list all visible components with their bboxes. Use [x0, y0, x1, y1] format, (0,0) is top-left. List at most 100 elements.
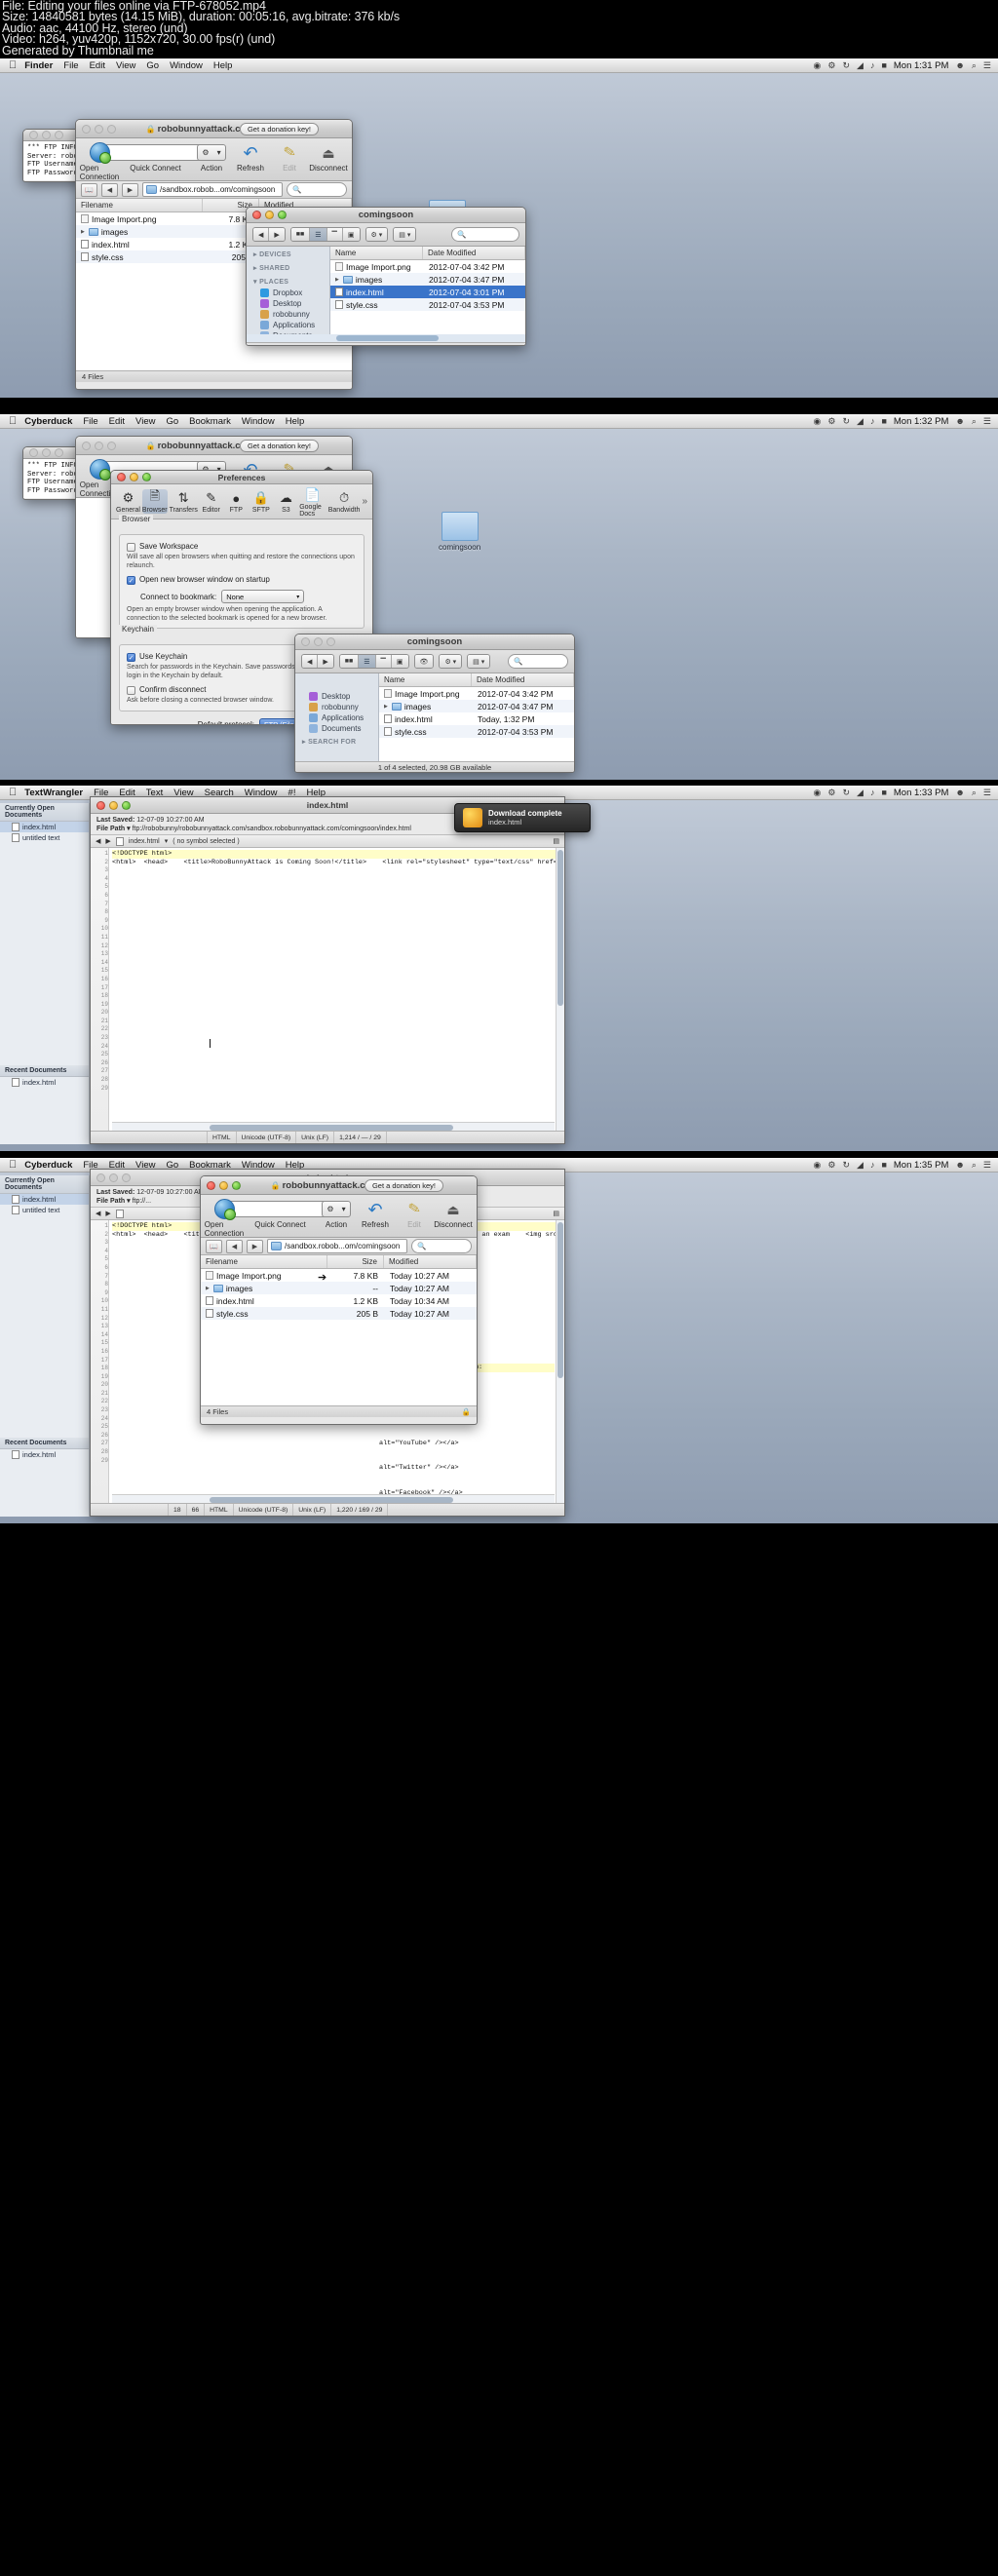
menubar-clock-2[interactable]: Mon 1:32 PM [894, 416, 949, 427]
refresh-button-4[interactable]: ↶ Refresh [356, 1198, 395, 1230]
menu-item-help-2[interactable]: Help [286, 416, 305, 427]
column-filename-4[interactable]: Filename [201, 1255, 327, 1268]
pref-tab-ftp[interactable]: ● FTP [224, 489, 248, 515]
table-row[interactable]: index.html Today, 1:32 PM [379, 712, 574, 725]
code-vscrollbar-3[interactable] [556, 848, 564, 1131]
confirm-disconnect-checkbox[interactable] [127, 686, 135, 695]
chevron-down-icon-action4[interactable]: ▾ [338, 1205, 350, 1213]
menubar-app-name-2[interactable]: Cyberduck [24, 416, 72, 427]
edit-button-1[interactable]: ✎ Edit [270, 141, 309, 173]
disclosure-triangle-icon[interactable]: ▶ [81, 229, 85, 235]
cyberduck-file-list-4[interactable]: Image Import.png 7.8 KB Today 10:27 AM ▶ im… [201, 1269, 477, 1405]
finder-view-switcher-2[interactable]: ■■ ☰ ▔ ▣ [338, 654, 409, 669]
pref-tab-bandwidth[interactable]: ⏱ Bandwidth [328, 489, 361, 514]
menubar-clock-3[interactable]: Mon 1:33 PM [894, 788, 949, 798]
bluetooth-menu-icon-4[interactable]: ⚙ [827, 1160, 835, 1171]
navbar-filename-3[interactable]: index.html [129, 838, 160, 845]
table-row[interactable]: Image Import.png 2012-07-04 3:42 PM [330, 260, 525, 273]
sidebar-item-robobunny-2[interactable]: robobunny [295, 702, 378, 712]
timemachine-menu-icon[interactable]: ↻ [842, 60, 850, 71]
sidebar-header-searchfor-2[interactable]: ▸ SEARCH FOR [295, 734, 378, 748]
pref-tab-browser[interactable]: 🗎 Browser [141, 488, 168, 514]
menu-item-view-2[interactable]: View [135, 416, 155, 427]
finder-window-2[interactable]: comingsoon ◀ ▶ ■■ ☰ ▔ ▣ 👁 ⚙ ▾ ▤ ▾ 🔍 Desktop … [294, 634, 575, 773]
bookmarks-toggle-1[interactable]: 📖 [81, 182, 97, 197]
finder-file-list-2[interactable]: Image Import.png 2012-07-04 3:42 PM ▶ imag… [379, 687, 574, 738]
desktop-icon-comingsoon-2[interactable]: comingsoon [439, 512, 480, 552]
back-button-1[interactable]: ◀ [101, 182, 118, 197]
table-row[interactable]: ▶ images -- Today 10:27 AM [201, 1282, 477, 1294]
connect-bookmark-select[interactable]: None ▾ [221, 590, 305, 603]
action-button-4[interactable]: ⚙ ▾ Action [317, 1198, 356, 1229]
nav-back-icon-4[interactable]: ◀ [96, 1210, 100, 1217]
status-language-4[interactable]: HTML [205, 1504, 234, 1516]
use-keychain-checkbox[interactable]: ✓ [127, 653, 135, 662]
table-row[interactable]: style.css 2012-07-04 3:53 PM [379, 725, 574, 738]
cyberduck-search-input-1[interactable]: 🔍 [287, 182, 347, 197]
view-cover-flow-2[interactable]: ▣ [391, 655, 408, 668]
bookmarks-toggle-4[interactable]: 📖 [206, 1239, 222, 1253]
code-hscrollbar-4[interactable] [112, 1494, 555, 1503]
sidebar-item-documents-2[interactable]: Documents [295, 723, 378, 734]
finder-action-menu-1[interactable]: ⚙ ▾ [365, 227, 389, 242]
table-row[interactable]: index.html 2012-07-04 3:01 PM [330, 286, 525, 298]
wifi-menu-icon-2[interactable]: ◢ [857, 416, 864, 427]
textwrangler-drawer-3[interactable]: Currently Open Documents index.html unti… [0, 803, 90, 1144]
status-encoding-3[interactable]: Unicode (UTF-8) [237, 1132, 297, 1143]
code-hscrollbar-thumb-4[interactable] [210, 1497, 453, 1503]
open-new-browser-row[interactable]: ✓ Open new browser window on startup [127, 575, 357, 585]
apple-logo-icon-3[interactable]:  [9, 787, 17, 798]
apple-logo-icon[interactable]:  [9, 59, 17, 71]
spotlight-icon[interactable]: ⌕ [972, 60, 977, 71]
battery-menu-icon-4[interactable]: ■ [881, 1160, 886, 1170]
finder-back-2[interactable]: ◀ [302, 655, 319, 668]
save-workspace-row[interactable]: Save Workspace [127, 542, 357, 552]
finder-column-date-1[interactable]: Date Modified [423, 247, 525, 259]
finder-forward-2[interactable]: ▶ [318, 655, 333, 668]
menubar-app-name-4[interactable]: Cyberduck [24, 1160, 72, 1171]
drawer-recent-indexhtml-3[interactable]: index.html [0, 1077, 89, 1088]
view-list-mode-2[interactable]: ☰ [359, 655, 376, 668]
battery-menu-icon-3[interactable]: ■ [881, 788, 886, 797]
code-vscrollbar-4[interactable] [556, 1220, 564, 1503]
user-menu-icon-4[interactable]: ☻ [955, 1160, 964, 1170]
lock-status-icon-4[interactable]: 🔒 [462, 1407, 471, 1416]
finder-arrange-menu-2[interactable]: ▤ ▾ [467, 654, 491, 669]
growl-notification-3[interactable]: Download complete index.html [454, 803, 591, 832]
user-menu-icon[interactable]: ☻ [955, 60, 964, 70]
sidebar-header-shared-1[interactable]: ▸ SHARED [247, 260, 329, 274]
table-row[interactable]: index.html 1.2 KB Today 10:34 AM [201, 1294, 477, 1307]
save-workspace-checkbox[interactable] [127, 543, 135, 552]
sidebar-item-applications-2[interactable]: Applications [295, 712, 378, 723]
bluetooth-menu-icon[interactable]: ⚙ [827, 60, 835, 71]
code-hscrollbar-3[interactable] [112, 1122, 555, 1131]
sidebar-item-robobunny-1[interactable]: robobunny [247, 309, 329, 320]
arrange-icon-2[interactable]: ▤ ▾ [468, 655, 490, 668]
sidebar-header-devices-1[interactable]: ▸ DEVICES [247, 247, 329, 260]
toolbar-overflow-icon[interactable]: » [362, 496, 367, 507]
finder-search-input-2[interactable]: 🔍 [508, 654, 568, 669]
donation-key-button-1[interactable]: Get a donation key! [239, 123, 319, 135]
disclosure-triangle-icon[interactable]: ▶ [384, 704, 388, 710]
menu-item-edit-2[interactable]: Edit [109, 416, 125, 427]
drawer-doc-untitled-3[interactable]: untitled text [0, 832, 89, 843]
status-lineending-3[interactable]: Unix (LF) [296, 1132, 335, 1143]
nav-back-icon-3[interactable]: ◀ [96, 837, 100, 845]
volume-menu-icon-4[interactable]: ♪ [870, 1160, 875, 1170]
code-vscrollbar-thumb-3[interactable] [557, 850, 563, 1006]
spotlight-icon-3[interactable]: ⌕ [972, 788, 977, 798]
wifi-menu-icon[interactable]: ◢ [857, 60, 864, 71]
sidebar-header-places-1[interactable]: ▾ PLACES [247, 274, 329, 288]
file-path-label-4[interactable]: File Path ▾ [96, 1198, 131, 1205]
drawer-recent-indexhtml-4[interactable]: index.html [0, 1449, 89, 1460]
finder-file-list-1[interactable]: Image Import.png 2012-07-04 3:42 PM ▶ imag… [330, 260, 525, 311]
table-row[interactable]: style.css 205 B Today 10:27 AM [201, 1307, 477, 1320]
arrange-icon-1[interactable]: ▤ ▾ [394, 228, 416, 241]
open-new-browser-checkbox[interactable]: ✓ [127, 576, 135, 585]
finder-titlebar-1[interactable]: comingsoon [247, 208, 525, 223]
menu-item-bookmark-2[interactable]: Bookmark [189, 416, 231, 427]
table-row[interactable]: ▶ images 2012-07-04 3:47 PM [379, 700, 574, 712]
nav-forward-icon-3[interactable]: ▶ [105, 837, 110, 845]
eye-icon-2[interactable]: 👁 [414, 655, 434, 668]
menubar-app-name-3[interactable]: TextWrangler [24, 788, 83, 798]
